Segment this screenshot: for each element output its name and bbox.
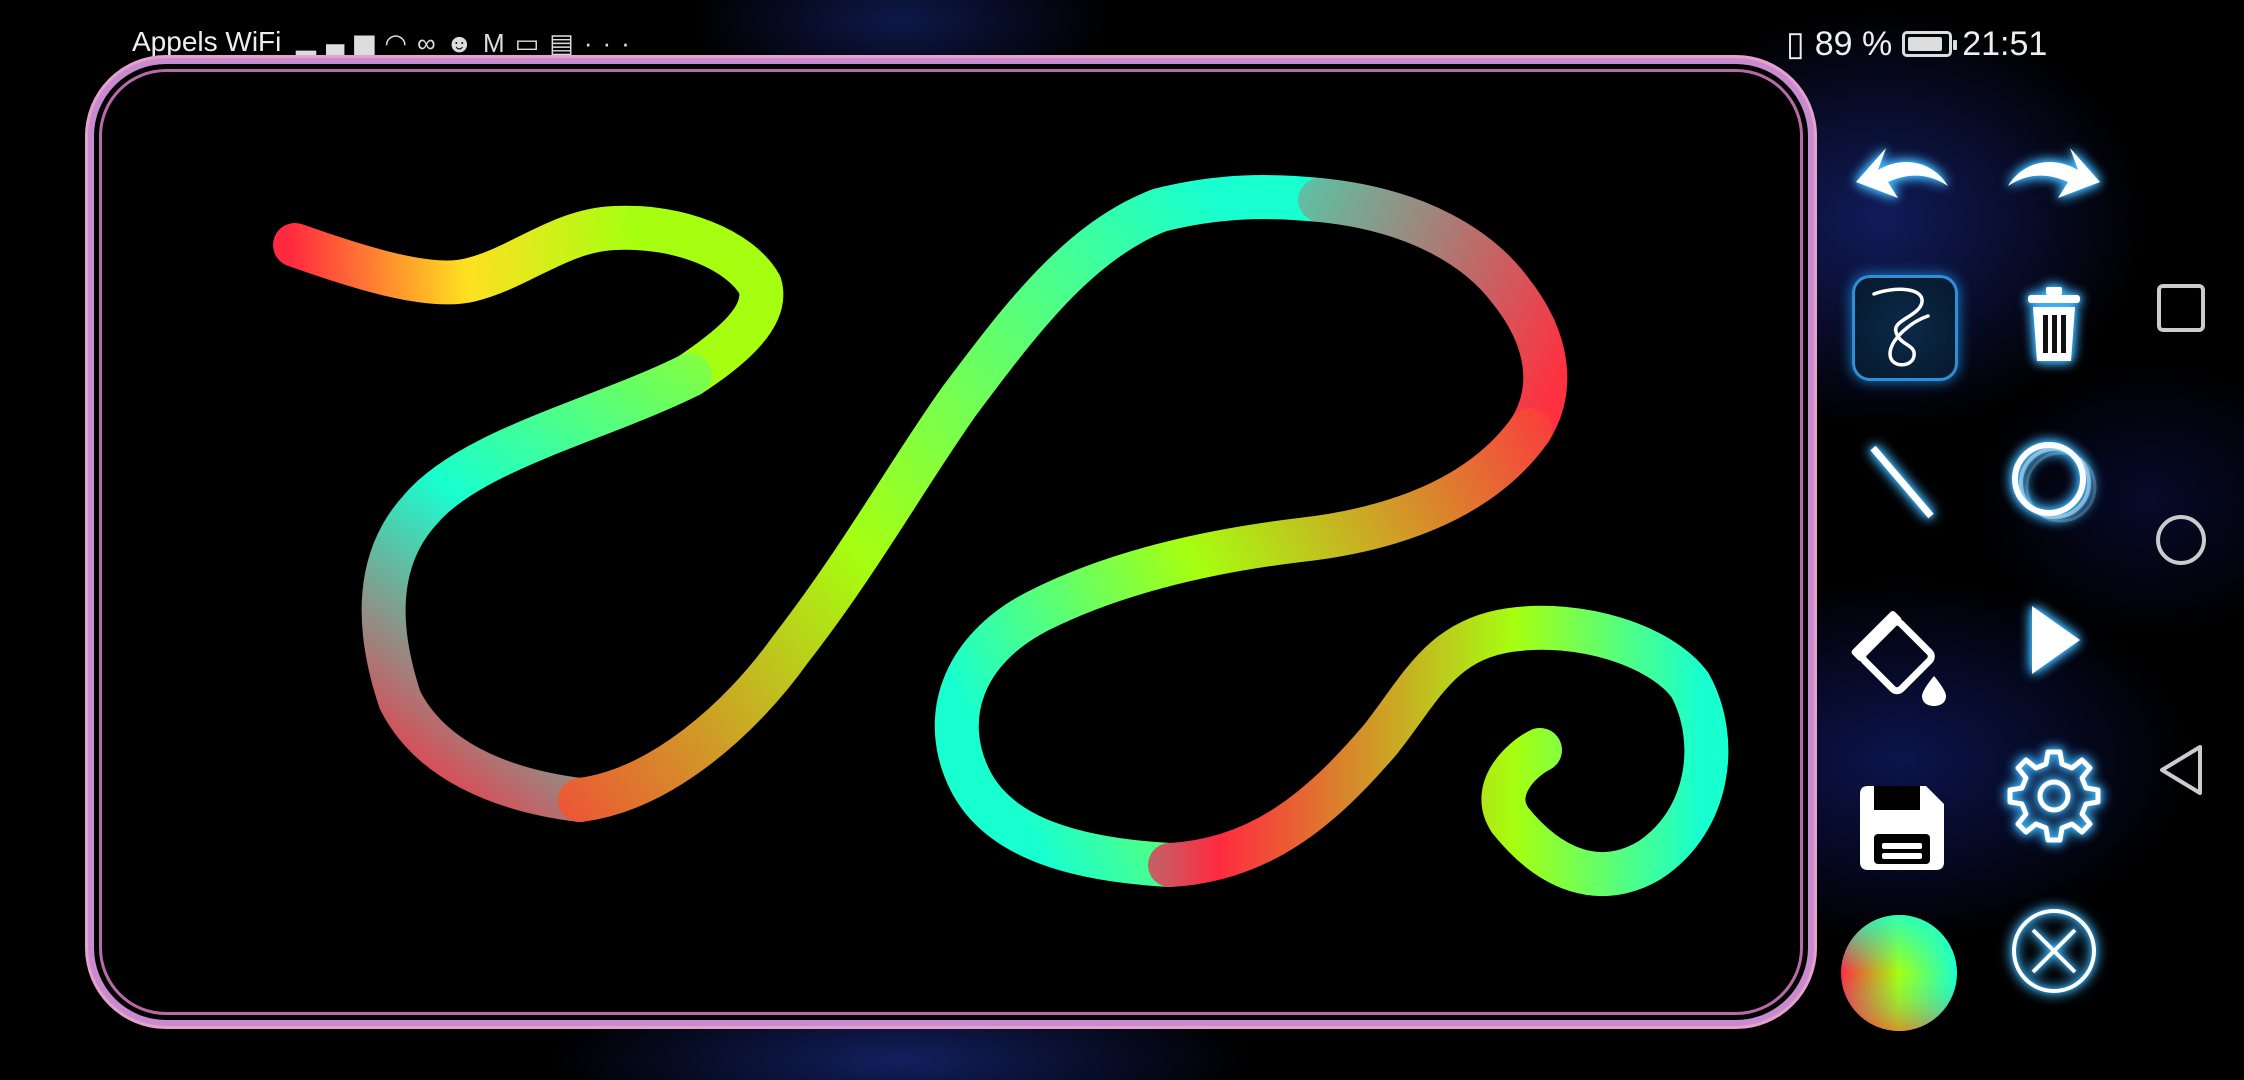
line-tool-button[interactable]: [1847, 427, 1957, 537]
redo-button[interactable]: [1999, 122, 2109, 232]
freehand-squiggle-icon: [1872, 287, 1930, 367]
save-button[interactable]: [1847, 773, 1957, 883]
rainbow-color-icon: [1841, 915, 1957, 1031]
stroke-segment-6: [1148, 605, 1729, 896]
redo-arrow-icon: [2008, 148, 2100, 198]
circle-tool-button[interactable]: [1999, 427, 2109, 537]
square-recents-icon: [2157, 284, 2205, 332]
circle-home-icon: [2156, 515, 2206, 565]
stroke-segment-1: [273, 205, 784, 397]
freehand-tool-button[interactable]: [1847, 270, 1958, 381]
gear-icon: [2007, 749, 2101, 843]
floppy-disk-icon: [1860, 786, 1944, 870]
undo-arrow-icon: [1856, 148, 1948, 198]
play-triangle-icon: [2032, 606, 2080, 674]
triangle-back-icon: [2160, 745, 2202, 795]
close-button[interactable]: [1999, 896, 2109, 1006]
fill-tool-button[interactable]: [1847, 600, 1957, 710]
undo-button[interactable]: [1847, 122, 1957, 232]
trash-icon: [2028, 287, 2080, 361]
straight-line-icon: [1870, 445, 1934, 519]
play-button[interactable]: [1999, 585, 2109, 695]
back-button[interactable]: [2146, 735, 2216, 805]
paint-bucket-icon: [1851, 610, 1946, 706]
stroke-segment-4: [1298, 178, 1568, 452]
stroke-segment-2: [361, 353, 712, 822]
circle-shape-icon: [2012, 442, 2097, 523]
close-x-icon: [2012, 909, 2096, 993]
home-button[interactable]: [2146, 505, 2216, 575]
clear-canvas-button[interactable]: [1999, 270, 2109, 380]
settings-button[interactable]: [1999, 741, 2109, 851]
recents-button[interactable]: [2146, 273, 2216, 343]
color-picker-button[interactable]: [1841, 915, 1957, 1031]
